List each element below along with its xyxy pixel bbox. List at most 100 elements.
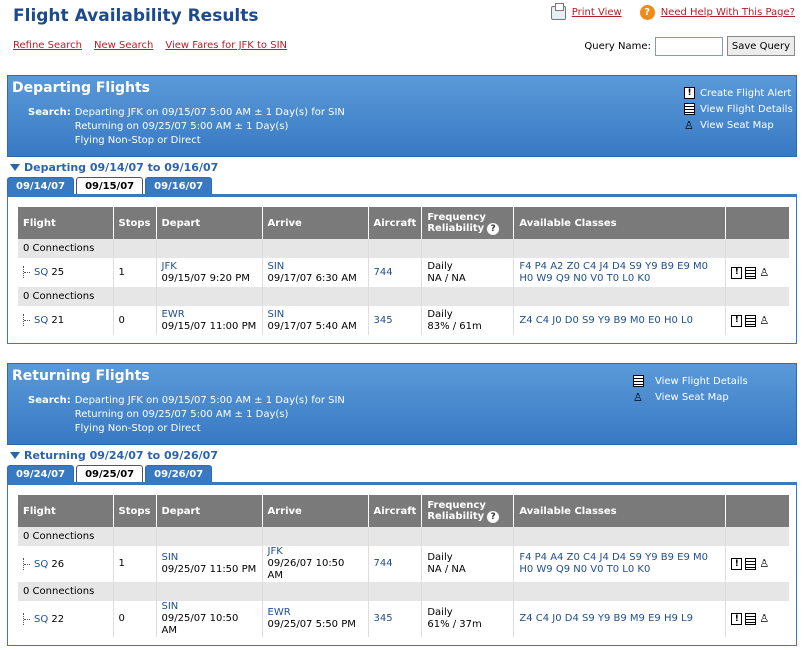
connections-row: 0 Connections bbox=[18, 287, 789, 306]
help-icon[interactable]: ? bbox=[639, 5, 655, 20]
help-icon[interactable]: ? bbox=[487, 510, 500, 523]
depart-city-link[interactable]: EWR bbox=[162, 309, 185, 320]
classes-cell: Z4 C4 J0 D4 S9 Y9 B9 M9 E9 H9 L9 bbox=[513, 601, 726, 637]
classes-link[interactable]: F4 P4 A4 Z0 C4 J4 D4 S9 Y9 B9 E9 M0 bbox=[519, 552, 708, 563]
tab-date[interactable]: 09/14/07 bbox=[7, 177, 75, 194]
view-seat-map-label: View Seat Map bbox=[700, 119, 774, 131]
details-icon[interactable] bbox=[745, 266, 757, 279]
table-row: SQ 26 1 SIN 09/25/07 11:50 PM JFK 09/26/07… bbox=[18, 546, 789, 582]
airline-link[interactable]: SQ bbox=[34, 559, 48, 570]
help-link[interactable]: Need Help With This Page? bbox=[661, 7, 795, 18]
tab-date[interactable]: 09/24/07 bbox=[7, 465, 75, 482]
view-seat-map-link[interactable]: ♙ View Seat Map bbox=[633, 390, 748, 404]
returning-range-label: Returning 09/24/07 to 09/26/07 bbox=[24, 449, 218, 462]
arrive-city-link[interactable]: EWR bbox=[268, 607, 291, 618]
connections-row: 0 Connections bbox=[18, 239, 789, 258]
help-icon[interactable]: ? bbox=[487, 222, 500, 235]
page-title: Flight Availability Results bbox=[13, 6, 259, 26]
view-fares-link[interactable]: View Fares for JFK to SIN bbox=[165, 40, 287, 51]
arrive-city-link[interactable]: SIN bbox=[268, 309, 285, 320]
arrive-city-link[interactable]: JFK bbox=[268, 546, 283, 557]
tab-date[interactable]: 09/26/07 bbox=[145, 465, 213, 482]
classes-link[interactable]: Z4 C4 J0 D0 S9 Y9 B9 M0 E0 H0 L0 bbox=[519, 315, 693, 326]
reliability-value: 61% / 37m bbox=[427, 619, 482, 630]
search-line: Departing JFK on 09/15/07 5:00 AM ± 1 Da… bbox=[74, 107, 345, 118]
column-icons bbox=[725, 495, 789, 527]
details-icon[interactable] bbox=[745, 613, 757, 625]
classes-link[interactable]: Z4 C4 J0 D4 S9 Y9 B9 M9 E9 H9 L9 bbox=[519, 613, 693, 624]
aircraft-cell: 744 bbox=[367, 546, 422, 582]
airline-link[interactable]: SQ bbox=[34, 614, 48, 625]
search-label: Search: bbox=[28, 395, 71, 406]
row-icons: ! ♙ bbox=[725, 306, 789, 335]
depart-city-link[interactable]: JFK bbox=[162, 261, 177, 272]
collapse-triangle-icon[interactable] bbox=[10, 452, 20, 459]
alert-icon[interactable]: ! bbox=[731, 314, 743, 327]
classes-link[interactable]: H0 W9 Q9 N0 V0 T0 L0 K0 bbox=[519, 273, 650, 284]
seat-icon[interactable]: ♙ bbox=[759, 613, 770, 625]
aircraft-link[interactable]: 345 bbox=[374, 613, 393, 624]
query-name-input[interactable] bbox=[654, 36, 723, 56]
aircraft-link[interactable]: 744 bbox=[374, 267, 393, 278]
flight-cell: SQ 21 bbox=[18, 306, 113, 335]
reliability-value: NA / NA bbox=[427, 564, 466, 575]
new-search-link[interactable]: New Search bbox=[94, 40, 153, 51]
print-view-link[interactable]: Print View bbox=[572, 7, 622, 18]
aircraft-cell: 345 bbox=[367, 306, 422, 335]
details-icon[interactable] bbox=[745, 314, 757, 327]
connections-label: 0 Connections bbox=[18, 582, 113, 601]
flight-cell: SQ 26 bbox=[18, 546, 113, 582]
returning-date-range[interactable]: Returning 09/24/07 to 09/26/07 bbox=[10, 449, 797, 462]
classes-link[interactable]: F4 P4 A2 Z0 C4 J4 D4 S9 Y9 B9 E9 M0 bbox=[519, 261, 708, 272]
departing-results-table: Flight Stops Depart Arrive Aircraft Freq… bbox=[18, 207, 789, 335]
column-aircraft: Aircraft bbox=[367, 495, 422, 527]
returning-heading: Returning Flights bbox=[12, 368, 150, 384]
seat-icon[interactable]: ♙ bbox=[759, 266, 770, 279]
classes-cell: Z4 C4 J0 D0 S9 Y9 B9 M0 E0 H0 L0 bbox=[513, 306, 726, 335]
seat-icon[interactable]: ♙ bbox=[759, 314, 770, 327]
departing-heading: Departing Flights bbox=[12, 80, 151, 96]
search-line: Departing JFK on 09/15/07 5:00 AM ± 1 Da… bbox=[74, 395, 345, 406]
arrive-city-link[interactable]: SIN bbox=[268, 261, 285, 272]
details-icon[interactable] bbox=[745, 558, 757, 570]
tab-date[interactable]: 09/16/07 bbox=[145, 177, 213, 194]
save-query-button[interactable]: Save Query bbox=[726, 36, 795, 56]
view-seat-map-link[interactable]: ♙ View Seat Map bbox=[684, 118, 793, 132]
alert-icon[interactable]: ! bbox=[731, 558, 743, 570]
airline-link[interactable]: SQ bbox=[34, 315, 48, 326]
create-flight-alert-link[interactable]: ! Create Flight Alert bbox=[684, 86, 793, 100]
view-flight-details-label: View Flight Details bbox=[700, 103, 793, 115]
flight-number: 25 bbox=[51, 267, 65, 278]
query-name-label: Query Name: bbox=[584, 40, 651, 52]
seat-icon: ♙ bbox=[684, 118, 694, 132]
table-row: SQ 25 1 JFK 09/15/07 9:20 PM SIN 09/17/07 … bbox=[18, 258, 789, 287]
view-flight-details-link[interactable]: View Flight Details bbox=[633, 374, 748, 388]
returning-search-summary: Search: Departing JFK on 09/15/07 5:00 A… bbox=[28, 394, 345, 436]
depart-city-link[interactable]: SIN bbox=[162, 601, 179, 612]
column-stops: Stops bbox=[112, 495, 156, 527]
depart-city-link[interactable]: SIN bbox=[162, 552, 179, 563]
view-flight-details-link[interactable]: View Flight Details bbox=[684, 102, 793, 116]
aircraft-link[interactable]: 744 bbox=[374, 558, 393, 569]
alert-icon[interactable]: ! bbox=[731, 266, 743, 279]
flight-number: 26 bbox=[51, 558, 65, 570]
departing-date-range[interactable]: Departing 09/14/07 to 09/16/07 bbox=[10, 161, 797, 174]
refine-search-link[interactable]: Refine Search bbox=[13, 40, 82, 51]
column-flight: Flight bbox=[18, 495, 113, 527]
tab-date-active[interactable]: 09/15/07 bbox=[76, 177, 144, 194]
alert-icon[interactable]: ! bbox=[731, 613, 743, 625]
departing-date-tabs: 09/14/07 09/15/07 09/16/07 bbox=[7, 177, 797, 197]
arrive-time: 09/26/07 10:50 AM bbox=[267, 558, 345, 581]
arrive-cell: SIN 09/17/07 5:40 AM bbox=[261, 306, 368, 335]
search-line: Flying Non-Stop or Direct bbox=[74, 135, 201, 146]
aircraft-link[interactable]: 345 bbox=[374, 315, 393, 326]
printer-icon[interactable] bbox=[550, 2, 566, 20]
arrive-cell: EWR 09/25/07 5:50 PM bbox=[261, 601, 368, 637]
stops-cell: 0 bbox=[112, 306, 156, 335]
tab-date-active[interactable]: 09/25/07 bbox=[76, 465, 144, 482]
view-seat-map-label: View Seat Map bbox=[655, 391, 729, 403]
airline-link[interactable]: SQ bbox=[34, 267, 48, 278]
collapse-triangle-icon[interactable] bbox=[10, 164, 20, 171]
seat-icon[interactable]: ♙ bbox=[759, 558, 770, 570]
classes-link[interactable]: H0 W9 Q9 N0 V0 T0 L0 K0 bbox=[519, 564, 650, 575]
